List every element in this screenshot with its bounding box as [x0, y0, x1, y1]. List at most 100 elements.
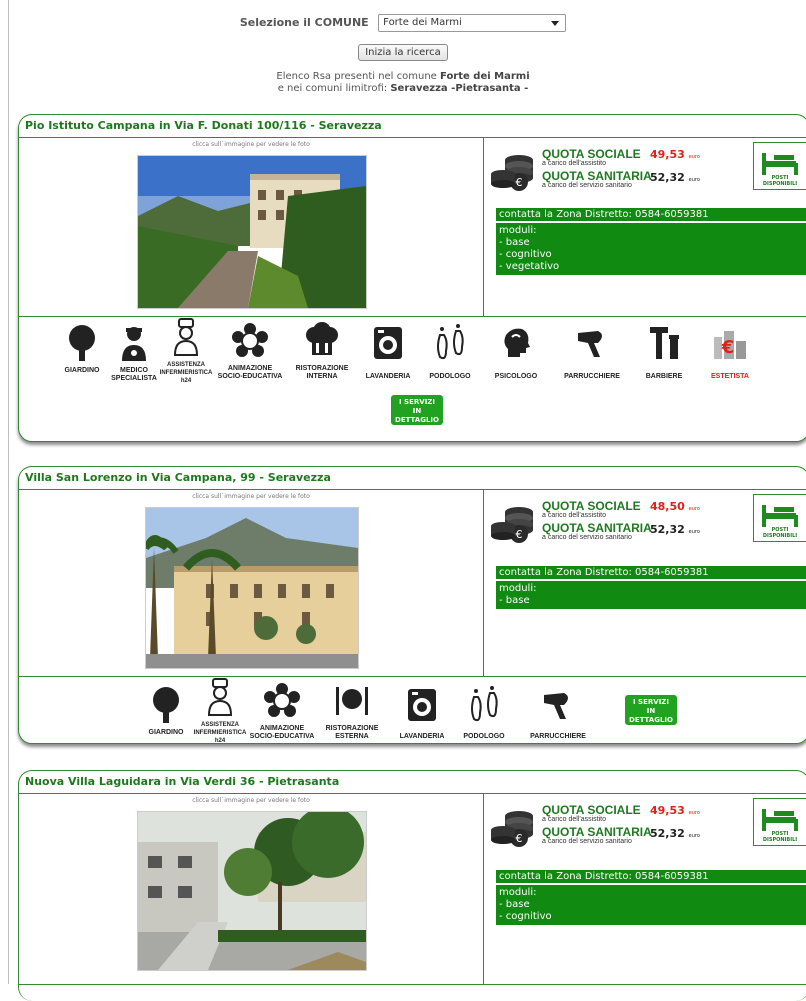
comune-select-row: Selezione il COMUNE Forte dei Marmi	[0, 14, 806, 36]
module-item: - base	[499, 237, 530, 248]
posti-disponibili-badge[interactable]: POSTI DISPONIBILI	[753, 494, 806, 542]
photo-area: clicca sull`immagine per vedere le foto	[19, 794, 484, 984]
photo-area: clicca sull`immagine per vedere le foto	[19, 138, 484, 316]
price-panel: QUOTA SOCIALE a carico dell'assistito 49…	[484, 794, 806, 984]
modules-list: moduli: - base	[496, 579, 806, 609]
search-panel: Selezione il COMUNE Forte dei Marmi Iniz…	[0, 14, 806, 95]
cosmetics-icon	[710, 323, 750, 363]
nurse-icon	[166, 317, 206, 357]
service-estetista: ESTETISTA	[695, 323, 765, 381]
quota-sociale: QUOTA SOCIALE a carico dell'assistito	[542, 500, 641, 520]
hairdryer-icon	[572, 323, 612, 363]
hairdryer-icon	[538, 685, 578, 725]
service-parrucchiere: PARRUCCHIERE	[557, 323, 627, 381]
services-detail-button[interactable]: I SERVIZI IN DETTAGLIO	[625, 695, 677, 725]
photo-hint: clicca sull`immagine per vedere le foto	[192, 797, 310, 804]
chef-hat-icon	[302, 321, 342, 361]
module-item: - base	[499, 595, 530, 606]
posti-disponibili-badge[interactable]: POSTI DISPONIBILI	[753, 142, 806, 190]
quota-sanitaria: QUOTA SANITARIA a carico del servizio sa…	[542, 826, 652, 846]
start-search-button[interactable]: Inizia la ricerca	[358, 44, 448, 61]
module-item: - cognitivo	[499, 249, 552, 260]
rsa-photo[interactable]	[137, 811, 367, 971]
quota-sociale-sub: a carico dell'assistito	[542, 160, 606, 167]
quota-sociale: QUOTA SOCIALE a carico dell'assistito	[542, 804, 641, 824]
price-panel: QUOTA SOCIALE a carico dell'assistito 48…	[484, 490, 806, 676]
quota-sociale-sub: a carico dell'assistito	[542, 512, 606, 519]
posti-disponibili-label: POSTI DISPONIBILI	[762, 175, 798, 187]
service-parrucchiere: PARRUCCHIERE	[523, 685, 593, 741]
zona-distretto-contact: contatta la Zona Distretto: 0584-6059381	[496, 870, 806, 883]
services-row: GIARDINO ASSISTENZA INFERMIERISTICA h24 AN…	[19, 677, 806, 745]
page-left-border	[8, 0, 9, 984]
quota-sanitaria-value: 52,32 euro	[650, 523, 700, 536]
quota-sanitaria: QUOTA SANITARIA a carico del servizio sa…	[542, 522, 652, 542]
posti-disponibili-label: POSTI DISPONIBILI	[762, 527, 798, 539]
rsa-card: Pio Istituto Campana in Via F. Donati 10…	[18, 114, 806, 442]
comune-select-value: Forte dei Marmi	[383, 17, 462, 28]
quota-sanitaria-value: 52,32 euro	[650, 827, 700, 840]
list-info: Elenco Rsa presenti nel comune Forte dei…	[0, 71, 806, 95]
service-ristorazione: RISTORAZIONE ESTERNA	[317, 681, 387, 741]
quota-sociale-label: QUOTA SOCIALE	[542, 147, 641, 161]
quota-sanitaria-label: QUOTA SANITARIA	[542, 521, 652, 535]
quota-sanitaria: QUOTA SANITARIA a carico del servizio sa…	[542, 170, 652, 190]
rsa-card: Nuova Villa Laguidara in Via Verdi 36 - …	[18, 770, 806, 1001]
list-info-comune: Forte dei Marmi	[440, 71, 530, 82]
modules-list: moduli: - base - cognitivo - vegetativo	[496, 221, 806, 275]
module-item: moduli:	[499, 583, 537, 594]
list-info-prefix: Elenco Rsa presenti nel comune	[276, 71, 437, 82]
service-animazione: ANIMAZIONE SOCIO-EDUCATIVA	[215, 321, 285, 381]
washing-machine-icon	[402, 685, 442, 725]
washing-machine-icon	[368, 323, 408, 363]
list-info-limitrofi-prefix: e nei comuni limitrofi:	[277, 83, 388, 94]
quota-sanitaria-sub: a carico del servizio sanitario	[542, 182, 632, 189]
coins-icon	[489, 152, 539, 192]
chevron-down-icon	[551, 21, 560, 26]
photo-hint: clicca sull`immagine per vedere le foto	[192, 493, 310, 500]
module-item: moduli:	[499, 887, 537, 898]
quota-sanitaria-label: QUOTA SANITARIA	[542, 169, 652, 183]
module-item: moduli:	[499, 225, 537, 236]
quota-sociale: QUOTA SOCIALE a carico dell'assistito	[542, 148, 641, 168]
module-item: - vegetativo	[499, 261, 560, 272]
rsa-photo[interactable]	[137, 155, 367, 309]
posti-disponibili-label: POSTI DISPONIBILI	[762, 831, 798, 843]
module-item: - cognitivo	[499, 911, 552, 922]
rsa-photo[interactable]	[145, 507, 359, 669]
service-podologo: PODOLOGO	[449, 685, 519, 741]
quota-sanitaria-label: QUOTA SANITARIA	[542, 825, 652, 839]
doctor-icon	[114, 323, 154, 363]
nurse-icon	[200, 677, 240, 717]
flower-icon	[230, 321, 270, 361]
tree-icon	[62, 323, 102, 363]
service-podologo: PODOLOGO	[415, 323, 485, 381]
head-profile-icon	[496, 323, 536, 363]
service-animazione: ANIMAZIONE SOCIO-EDUCATIVA	[247, 681, 317, 741]
comune-select[interactable]: Forte dei Marmi	[378, 14, 567, 32]
quota-sociale-value: 48,50 euro	[650, 500, 700, 513]
service-assistenza: ASSISTENZA INFERMIERISTICA h24	[151, 317, 221, 385]
rsa-card-title[interactable]: Nuova Villa Laguidara in Via Verdi 36 - …	[19, 771, 806, 794]
photo-hint: clicca sull`immagine per vedere le foto	[192, 141, 310, 148]
modules-list: moduli: - base - cognitivo	[496, 883, 806, 925]
service-assistenza: ASSISTENZA INFERMIERISTICA h24	[185, 677, 255, 745]
razor-icon	[644, 323, 684, 363]
quota-sanitaria-value: 52,32 euro	[650, 171, 700, 184]
posti-disponibili-badge[interactable]: POSTI DISPONIBILI	[753, 798, 806, 846]
module-item: - base	[499, 899, 530, 910]
flower-icon	[262, 681, 302, 721]
rsa-card-title[interactable]: Villa San Lorenzo in Via Campana, 99 - S…	[19, 467, 806, 490]
quota-sanitaria-sub: a carico del servizio sanitario	[542, 534, 632, 541]
quota-sociale-value: 49,53 euro	[650, 804, 700, 817]
rsa-card-title[interactable]: Pio Istituto Campana in Via F. Donati 10…	[19, 115, 806, 138]
service-barbiere: BARBIERE	[629, 323, 699, 381]
services-detail-button[interactable]: I SERVIZI IN DETTAGLIO	[391, 395, 443, 425]
zona-distretto-contact: contatta la Zona Distretto: 0584-6059381	[496, 208, 806, 221]
quota-sociale-label: QUOTA SOCIALE	[542, 499, 641, 513]
quota-sociale-label: QUOTA SOCIALE	[542, 803, 641, 817]
services-row: GIARDINO MEDICO SPECIALISTA ASSISTENZA INF…	[19, 317, 806, 437]
comune-select-label: Selezione il COMUNE	[239, 16, 369, 29]
list-info-limitrofi: Seravezza -Pietrasanta -	[390, 83, 529, 94]
photo-area: clicca sull`immagine per vedere le foto	[19, 490, 484, 676]
